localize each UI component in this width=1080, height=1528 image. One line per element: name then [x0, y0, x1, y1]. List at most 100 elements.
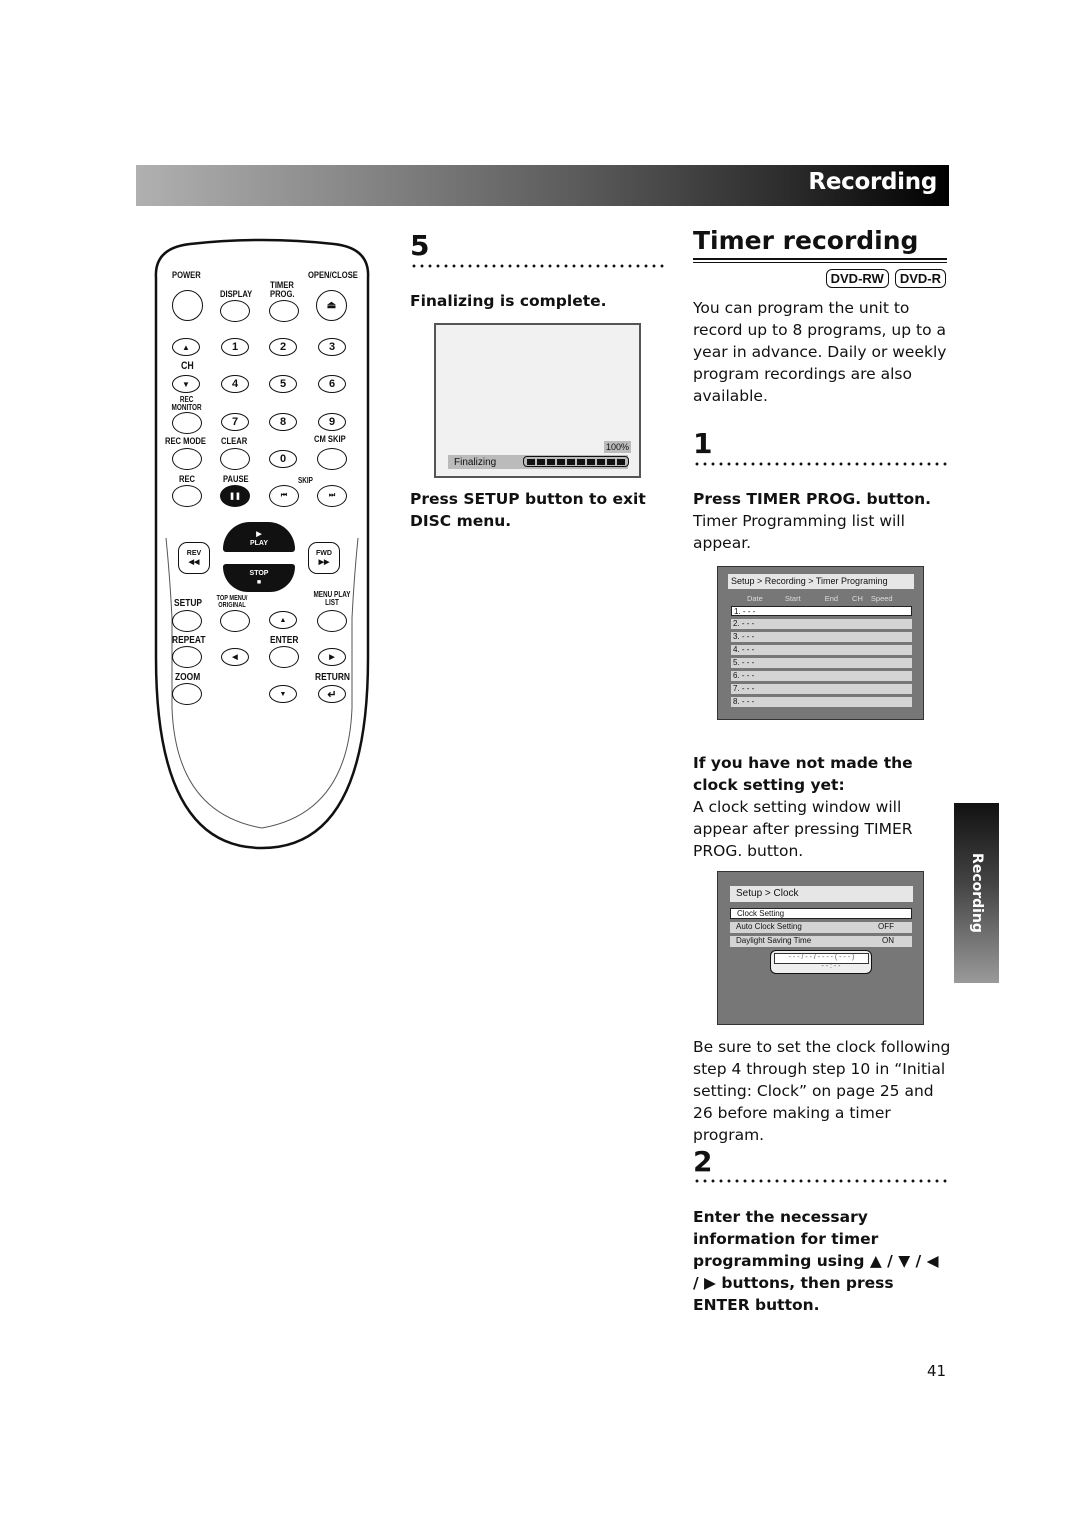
- ch-down-button[interactable]: ▼: [172, 375, 200, 393]
- play-label: PLAY: [249, 540, 269, 547]
- finalize-percent: 100%: [603, 441, 631, 453]
- badge-dvd-rw: DVD-RW: [825, 269, 889, 288]
- finalize-progress-bar: [523, 456, 629, 467]
- skip-forward-icon: ⏭: [328, 492, 336, 499]
- repeat-button[interactable]: [172, 646, 202, 668]
- up-arrow-icon: ▲: [279, 616, 287, 624]
- left-arrow-icon: ◀: [232, 654, 238, 661]
- fwd-button[interactable]: FWD ▶▶: [308, 542, 340, 574]
- page-number: 41: [927, 1362, 947, 1380]
- clock-menu-item[interactable]: Auto Clock Setting OFF: [730, 922, 912, 933]
- digit-8-button[interactable]: 8: [269, 413, 297, 431]
- top-menu-button[interactable]: [220, 610, 250, 632]
- digit-7-button[interactable]: 7: [221, 413, 249, 431]
- clock-menu-item[interactable]: Clock Setting: [730, 908, 912, 919]
- title-rule-thick: [693, 258, 947, 260]
- pause-button[interactable]: ❚❚: [220, 485, 250, 507]
- time-input[interactable]: - - : - -: [771, 963, 871, 970]
- enter-button[interactable]: [269, 646, 299, 668]
- open-close-label: OPEN/CLOSE: [308, 270, 358, 281]
- rec-mode-button[interactable]: [172, 448, 202, 470]
- clock-item-label: Auto Clock Setting: [736, 922, 802, 931]
- col-end: End: [824, 594, 839, 603]
- section-intro: You can program the unit to record up to…: [693, 299, 947, 405]
- digit-2-button[interactable]: 2: [269, 338, 297, 356]
- timer-column-headers: Date Start End CH Speed: [731, 594, 912, 604]
- clock-item-label: Clock Setting: [737, 909, 785, 918]
- timer-breadcrumb: Setup > Recording > Timer Programing: [728, 574, 914, 589]
- clock-item-value: ON: [882, 936, 894, 945]
- step-5-instruction: Press SETUP button to exit DISC menu.: [410, 490, 646, 530]
- ch-label: CH: [181, 360, 194, 372]
- return-button[interactable]: ↵: [318, 685, 346, 703]
- col-start: Start: [784, 594, 801, 603]
- display-button[interactable]: [220, 300, 250, 322]
- step-2-divider: [693, 1179, 949, 1183]
- digit-4-button[interactable]: 4: [221, 375, 249, 393]
- clock-setting-screen: Setup > Clock Clock Setting Auto Clock Se…: [717, 871, 924, 1025]
- timer-list-row[interactable]: 7. - - -: [731, 684, 912, 694]
- digit-label: 6: [328, 378, 336, 390]
- digit-3-button[interactable]: 3: [318, 338, 346, 356]
- digit-label: 4: [231, 378, 239, 390]
- rec-label: REC: [179, 474, 196, 485]
- eject-icon: ⏏: [326, 300, 337, 311]
- skip-forward-button[interactable]: ⏭: [317, 485, 347, 507]
- rec-button[interactable]: [172, 485, 202, 507]
- up-arrow-icon: ▲: [182, 342, 190, 352]
- timer-list-row[interactable]: 4. - - -: [731, 645, 912, 655]
- play-icon: ▶: [256, 531, 262, 538]
- clock-note-body: A clock setting window will appear after…: [693, 798, 913, 860]
- cm-skip-button[interactable]: [317, 448, 347, 470]
- progress-segment: [567, 458, 575, 465]
- rewind-icon: ◀◀: [188, 559, 200, 566]
- progress-segment: [597, 458, 605, 465]
- rev-button[interactable]: REV ◀◀: [178, 542, 210, 574]
- timer-prog-button[interactable]: [269, 300, 299, 322]
- timer-list-row[interactable]: 8. - - -: [731, 697, 912, 707]
- play-button[interactable]: ▶ PLAY: [223, 522, 295, 552]
- digit-1-button[interactable]: 1: [221, 338, 249, 356]
- right-button[interactable]: ▶: [318, 648, 346, 666]
- col-speed: Speed: [870, 594, 893, 603]
- timer-list-row[interactable]: 2. - - -: [731, 619, 912, 629]
- digit-9-button[interactable]: 9: [318, 413, 346, 431]
- section-header-band: Recording: [136, 165, 949, 206]
- timer-list-row[interactable]: 3. - - -: [731, 632, 912, 642]
- digit-0-button[interactable]: 0: [269, 450, 297, 468]
- skip-back-button[interactable]: ⏮: [269, 485, 299, 507]
- ch-up-button[interactable]: ▲: [172, 338, 200, 356]
- menu-play-list-button[interactable]: [317, 610, 347, 632]
- clock-item-label: Daylight Saving Time: [736, 936, 812, 945]
- digit-5-button[interactable]: 5: [269, 375, 297, 393]
- left-button[interactable]: ◀: [221, 648, 249, 666]
- pause-label: PAUSE: [223, 474, 249, 485]
- digit-label: 7: [231, 416, 239, 428]
- digit-6-button[interactable]: 6: [318, 375, 346, 393]
- timer-list-row[interactable]: 6. - - -: [731, 671, 912, 681]
- zoom-button[interactable]: [172, 683, 202, 705]
- down-button[interactable]: ▼: [269, 685, 297, 703]
- clock-menu-item[interactable]: Daylight Saving Time ON: [730, 936, 912, 947]
- open-close-button[interactable]: ⏏: [316, 290, 347, 321]
- timer-prog-label: TIMER PROG.: [270, 280, 295, 300]
- progress-segment: [557, 458, 565, 465]
- col-date: Date: [747, 594, 763, 603]
- clear-button[interactable]: [220, 448, 250, 470]
- power-button[interactable]: [172, 290, 203, 321]
- finalize-status-bar: Finalizing: [448, 455, 629, 469]
- rec-monitor-button[interactable]: [172, 412, 202, 434]
- down-arrow-icon: ▼: [279, 690, 287, 698]
- finalizing-screen: 100% Finalizing: [434, 323, 641, 478]
- date-time-field[interactable]: - - - / - - / - - - - ( - - - ) - - : - …: [770, 950, 872, 974]
- timer-list-row[interactable]: 1. - - -: [731, 606, 912, 616]
- up-button[interactable]: ▲: [269, 611, 297, 629]
- finalize-status-label: Finalizing: [454, 457, 497, 468]
- setup-label: SETUP: [174, 597, 203, 609]
- timer-list-row[interactable]: 5. - - -: [731, 658, 912, 668]
- progress-segment: [547, 458, 555, 465]
- clock-note-heading: If you have not made the clock setting y…: [693, 754, 913, 794]
- setup-button[interactable]: [172, 610, 202, 632]
- section-title: Timer recording: [693, 226, 919, 255]
- rev-label: REV: [186, 550, 202, 557]
